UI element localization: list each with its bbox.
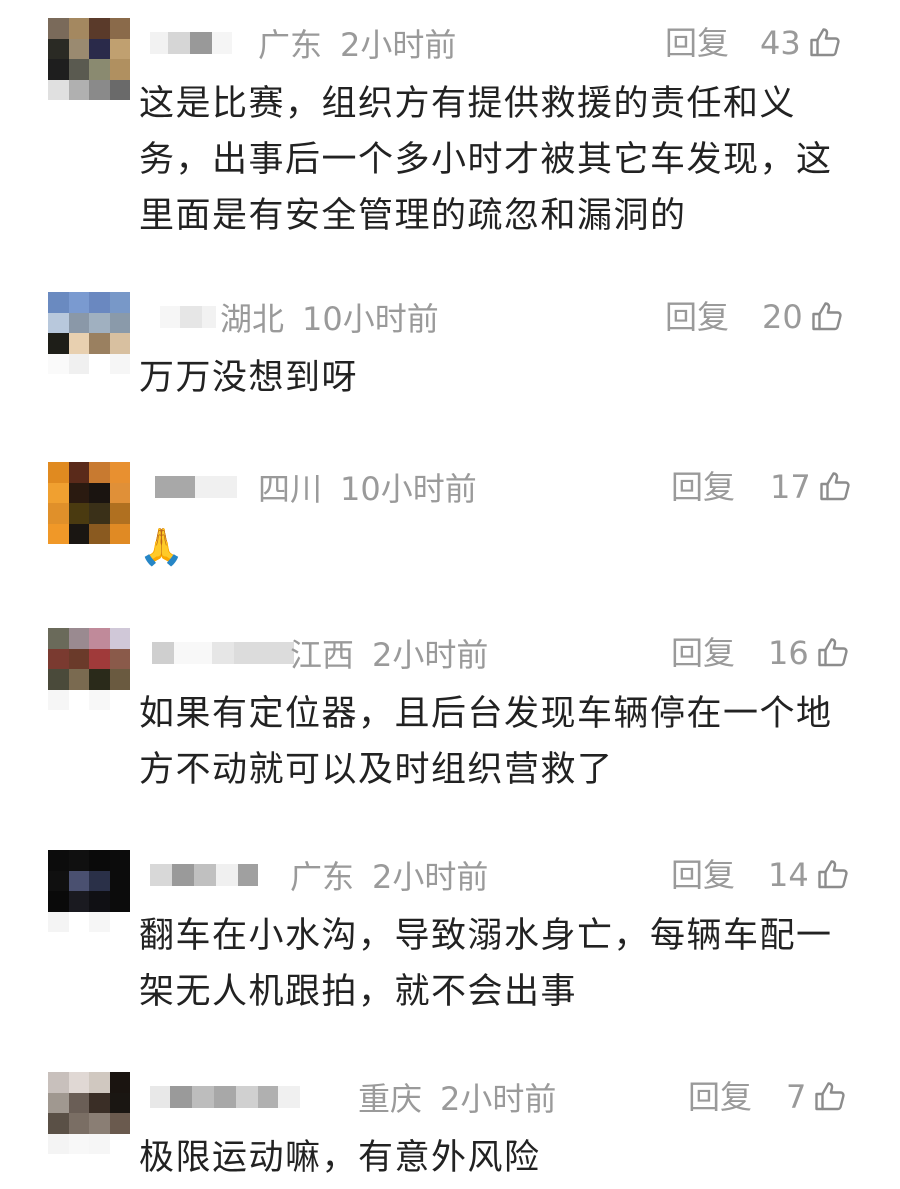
like-button[interactable]: 7: [786, 1072, 848, 1122]
reply-button[interactable]: 回复: [688, 1072, 752, 1122]
time-label: 10小时前: [340, 470, 477, 508]
username-blurred[interactable]: [152, 642, 294, 664]
time-label: 2小时前: [440, 1080, 557, 1118]
avatar[interactable]: [48, 1072, 130, 1154]
comment-meta: 湖北 10小时前: [220, 292, 439, 342]
region-label: 广东: [258, 26, 323, 64]
region-label: 四川: [258, 470, 323, 508]
username-blurred[interactable]: [155, 476, 237, 498]
time-label: 2小时前: [372, 636, 489, 674]
like-button[interactable]: 20: [762, 292, 845, 342]
like-count: 16: [768, 634, 809, 672]
reply-button[interactable]: 回复: [671, 462, 735, 512]
comment-meta: 重庆 2小时前: [358, 1072, 556, 1122]
time-label: 2小时前: [372, 858, 489, 896]
reply-button[interactable]: 回复: [671, 850, 735, 900]
username-blurred[interactable]: [160, 306, 216, 328]
like-button[interactable]: 16: [768, 628, 851, 678]
reply-button[interactable]: 回复: [671, 628, 735, 678]
comment-meta: 广东 2小时前: [258, 18, 456, 68]
comment-text: 翻车在小水沟，导致溺水身亡，每辆车配一架无人机跟拍，就不会出事: [139, 916, 833, 1012]
thumbs-up-icon: [807, 25, 843, 61]
comment-text: 极限运动嘛，有意外风险: [139, 1138, 541, 1178]
thumbs-up-icon: [809, 299, 845, 335]
like-button[interactable]: 43: [760, 18, 843, 68]
like-count: 20: [762, 298, 803, 336]
comment-meta: 四川 10小时前: [258, 462, 477, 512]
comment-meta: 江西 2小时前: [290, 628, 488, 678]
like-button[interactable]: 17: [770, 462, 853, 512]
like-count: 17: [770, 468, 811, 506]
comment-text: 万万没想到呀: [139, 358, 359, 398]
time-label: 2小时前: [340, 26, 457, 64]
thumbs-up-icon: [817, 469, 853, 505]
avatar[interactable]: [48, 18, 130, 100]
comment-text: 如果有定位器，且后台发现车辆停在一个地方不动就可以及时组织营救了: [139, 694, 833, 790]
like-count: 7: [786, 1078, 807, 1116]
reply-button[interactable]: 回复: [665, 292, 729, 342]
comment-list: 广东 2小时前 回复 43 这是比赛，组织方有提供救援的责任和义务，出事后一个多…: [0, 0, 900, 1189]
comment-meta: 广东 2小时前: [290, 850, 488, 900]
username-blurred[interactable]: [150, 32, 232, 54]
like-count: 14: [768, 856, 809, 894]
like-count: 43: [760, 24, 801, 62]
like-button[interactable]: 14: [768, 850, 851, 900]
avatar[interactable]: [48, 292, 130, 374]
time-label: 10小时前: [302, 300, 439, 338]
reply-button[interactable]: 回复: [665, 18, 729, 68]
region-label: 重庆: [358, 1080, 423, 1118]
username-blurred[interactable]: [150, 1086, 300, 1108]
avatar[interactable]: [48, 462, 130, 544]
comment-text: 这是比赛，组织方有提供救援的责任和义务，出事后一个多小时才被其它车发现，这里面是…: [139, 84, 833, 236]
region-label: 广东: [290, 858, 355, 896]
thumbs-up-icon: [815, 635, 851, 671]
comment-text: 🙏: [139, 527, 186, 568]
thumbs-up-icon: [812, 1079, 848, 1115]
username-blurred[interactable]: [150, 864, 258, 886]
avatar[interactable]: [48, 850, 130, 932]
avatar[interactable]: [48, 628, 130, 710]
region-label: 江西: [290, 636, 355, 674]
region-label: 湖北: [220, 300, 285, 338]
thumbs-up-icon: [815, 857, 851, 893]
